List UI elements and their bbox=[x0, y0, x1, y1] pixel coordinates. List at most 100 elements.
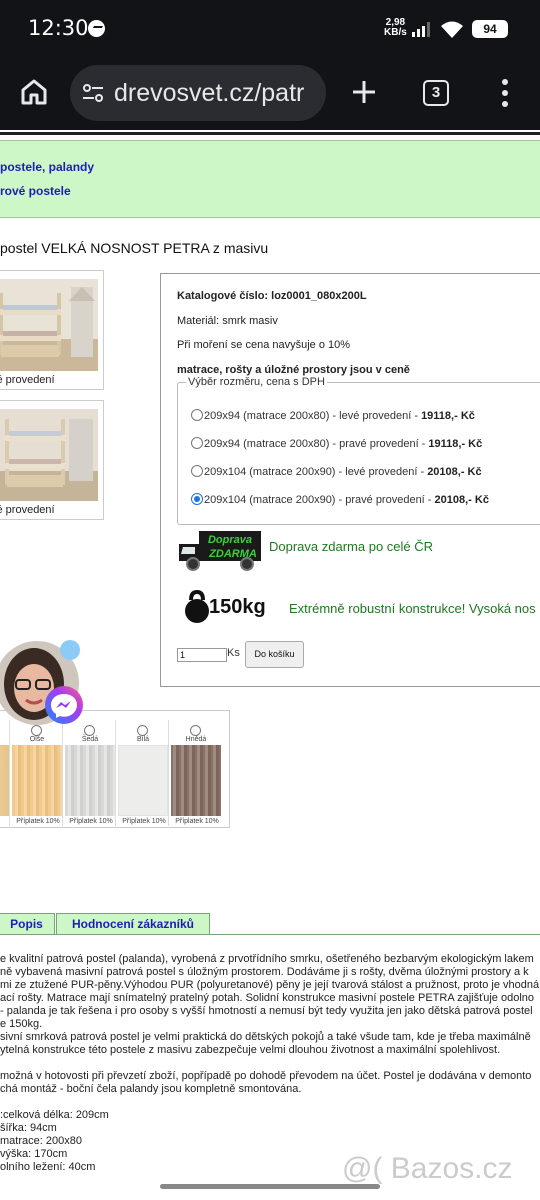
free-delivery-truck-icon: Doprava ZDARMA bbox=[179, 531, 261, 571]
truck-label-doprava: Doprava bbox=[208, 534, 252, 546]
wifi-icon bbox=[441, 21, 463, 38]
size-option-2-label: 209x94 (matrace 200x80) - pravé proveden… bbox=[204, 438, 429, 450]
swatch-hneda-name: Hnědá bbox=[185, 736, 207, 743]
size-option-1-radio[interactable] bbox=[191, 409, 203, 421]
bazos-watermark: @( Bazos.cz bbox=[342, 1152, 513, 1185]
swatch-seda-chip bbox=[65, 745, 115, 816]
browser-toolbar: drevosvet.cz/patr 3 bbox=[0, 60, 540, 130]
product-thumbnail-1[interactable]: vé provedení bbox=[0, 270, 104, 390]
status-bar: 12:30 2,98 KB/s 94 bbox=[0, 0, 540, 60]
status-time: 12:30 bbox=[28, 16, 89, 40]
description-line: ytelná konstrukce této postele z masivu … bbox=[0, 1044, 501, 1056]
swatch-bila-chip bbox=[118, 745, 168, 816]
swatch-olse-name: Olše bbox=[29, 736, 45, 743]
swatch-divider bbox=[9, 720, 10, 826]
signal-icon bbox=[412, 22, 430, 37]
messenger-notification-icon bbox=[88, 20, 105, 37]
size-option-1-label: 209x94 (matrace 200x80) - levé provedení… bbox=[204, 410, 422, 422]
swatch-seda-price: Příplatek 10% bbox=[69, 818, 113, 825]
description-line: - palanda je tak řešena i pro osoby s vy… bbox=[0, 1005, 533, 1017]
max-load-value: 150kg bbox=[209, 596, 266, 618]
size-option-2-price: 19118,- Kč bbox=[428, 438, 483, 450]
description-line: možná v hotovosti při převzetí zboží, po… bbox=[0, 1070, 532, 1082]
tab-popis[interactable]: Popis bbox=[0, 913, 55, 935]
swatch-hneda-price: Příplatek 10% bbox=[175, 818, 219, 825]
size-option-3-price: 20108,- Kč bbox=[427, 466, 482, 478]
size-option-4-label: 209x104 (matrace 200x90) - pravé provede… bbox=[204, 494, 435, 506]
swatch-divider bbox=[62, 720, 63, 826]
kettlebell-icon bbox=[185, 590, 209, 623]
swatch-olse-radio[interactable] bbox=[31, 725, 42, 736]
size-option-3[interactable]: 209x104 (matrace 200x90) - levé proveden… bbox=[191, 465, 482, 478]
top-divider bbox=[0, 132, 540, 135]
url-text: drevosvet.cz/patr bbox=[114, 79, 305, 107]
category-panel: postele, palandy rové postele bbox=[0, 140, 540, 218]
size-option-2-radio[interactable] bbox=[191, 437, 203, 449]
description-gap bbox=[0, 1096, 540, 1109]
more-menu-icon[interactable] bbox=[499, 78, 511, 108]
thumbnail-2-caption: vé provedení bbox=[0, 504, 55, 516]
add-to-cart-button[interactable]: Do košíku bbox=[245, 641, 304, 668]
product-info-box: Katalogové číslo: loz0001_080x200L Mater… bbox=[160, 273, 540, 687]
bunk-bed-photo-right bbox=[0, 409, 98, 501]
size-option-3-radio[interactable] bbox=[191, 465, 203, 477]
description-line: :celková délka: 209cm bbox=[0, 1109, 109, 1121]
swatch-bila-price: Příplatek 10% bbox=[122, 818, 166, 825]
category-link-patrove-postele[interactable]: rové postele bbox=[0, 184, 71, 198]
description-line: šířka: 94cm bbox=[0, 1122, 57, 1134]
network-speed-unit: KB/s bbox=[384, 27, 407, 38]
quantity-input[interactable]: 1 bbox=[177, 648, 227, 662]
size-option-4-price: 20108,- Kč bbox=[434, 494, 489, 506]
new-tab-icon[interactable] bbox=[351, 79, 377, 105]
description-line: e 150kg. bbox=[0, 1018, 43, 1030]
product-description: e kvalitní patrová postel (palanda), vyr… bbox=[0, 953, 540, 1174]
battery-indicator: 94 bbox=[472, 20, 508, 38]
messenger-icon[interactable] bbox=[45, 686, 83, 724]
swatch-divider bbox=[115, 720, 116, 826]
online-status-dot bbox=[60, 640, 80, 660]
free-shipping-text: Doprava zdarma po celé ČR bbox=[269, 539, 434, 554]
swatch-seda-name: Šedá bbox=[81, 736, 99, 743]
swatch-bila-name: Bílá bbox=[136, 736, 150, 743]
category-link-postele-palandy[interactable]: postele, palandy bbox=[0, 160, 94, 174]
bunk-bed-photo-left bbox=[0, 279, 98, 371]
robust-construction-text: Extrémně robustní konstrukce! Vysoká nos bbox=[289, 601, 536, 616]
description-line: ací rošty. Matrace mají snímatelný prate… bbox=[0, 992, 535, 1004]
description-line: chá montáž - boční čela palandy jsou kom… bbox=[0, 1083, 302, 1095]
product-thumbnail-2[interactable]: vé provedení bbox=[0, 400, 104, 520]
tab-switcher-button[interactable]: 3 bbox=[423, 80, 449, 106]
home-icon[interactable] bbox=[20, 78, 48, 106]
description-line: e kvalitní patrová postel (palanda), vyr… bbox=[0, 953, 534, 965]
description-line: sivní smrková patrová postel je velmi pr… bbox=[0, 1031, 531, 1043]
site-settings-icon[interactable] bbox=[82, 83, 104, 103]
swatch-olse-chip bbox=[12, 745, 62, 816]
staining-note: Při moření se cena navyšuje o 10% bbox=[177, 339, 351, 351]
size-option-3-label: 209x104 (matrace 200x90) - levé proveden… bbox=[204, 466, 428, 478]
description-line: ně vybavená masivní patrová postel s úlo… bbox=[0, 966, 529, 978]
swatch-olse-price: Příplatek 10% bbox=[16, 818, 60, 825]
description-gap bbox=[0, 1057, 540, 1070]
tab-divider bbox=[0, 934, 540, 935]
size-option-4-radio[interactable] bbox=[191, 493, 203, 505]
quantity-unit: Ks bbox=[227, 647, 240, 659]
size-option-4[interactable]: 209x104 (matrace 200x90) - pravé provede… bbox=[191, 493, 489, 506]
truck-label-zdarma: ZDARMA bbox=[208, 548, 257, 560]
swatch-bila-radio[interactable] bbox=[137, 725, 148, 736]
size-option-2[interactable]: 209x94 (matrace 200x80) - pravé proveden… bbox=[191, 437, 482, 450]
swatch-divider bbox=[168, 720, 169, 826]
size-selection-legend: Výběr rozměru, cena s DPH bbox=[186, 376, 327, 388]
material: Materiál: smrk masiv bbox=[177, 315, 278, 327]
swatch-hneda-radio[interactable] bbox=[190, 725, 201, 736]
tab-hodnoceni[interactable]: Hodnocení zákazníků bbox=[56, 913, 210, 935]
catalog-number: Katalogové číslo: loz0001_080x200L bbox=[177, 290, 367, 302]
description-line: matrace: 200x80 bbox=[0, 1135, 82, 1147]
description-line: mi ze ztužené PUR-pěny.Výhodou PUR (poly… bbox=[0, 979, 540, 991]
url-bar[interactable]: drevosvet.cz/patr bbox=[70, 65, 326, 121]
size-selection: Výběr rozměru, cena s DPH 209x94 (matrac… bbox=[177, 376, 540, 525]
swatch-seda-radio[interactable] bbox=[84, 725, 95, 736]
gesture-home-bar[interactable] bbox=[160, 1184, 380, 1189]
web-page: postele, palandy rové postele postel VEL… bbox=[0, 130, 540, 1200]
network-speed: 2,98 KB/s bbox=[384, 18, 407, 38]
size-option-1[interactable]: 209x94 (matrace 200x80) - levé provedení… bbox=[191, 409, 475, 422]
thumbnail-1-caption: vé provedení bbox=[0, 374, 55, 386]
